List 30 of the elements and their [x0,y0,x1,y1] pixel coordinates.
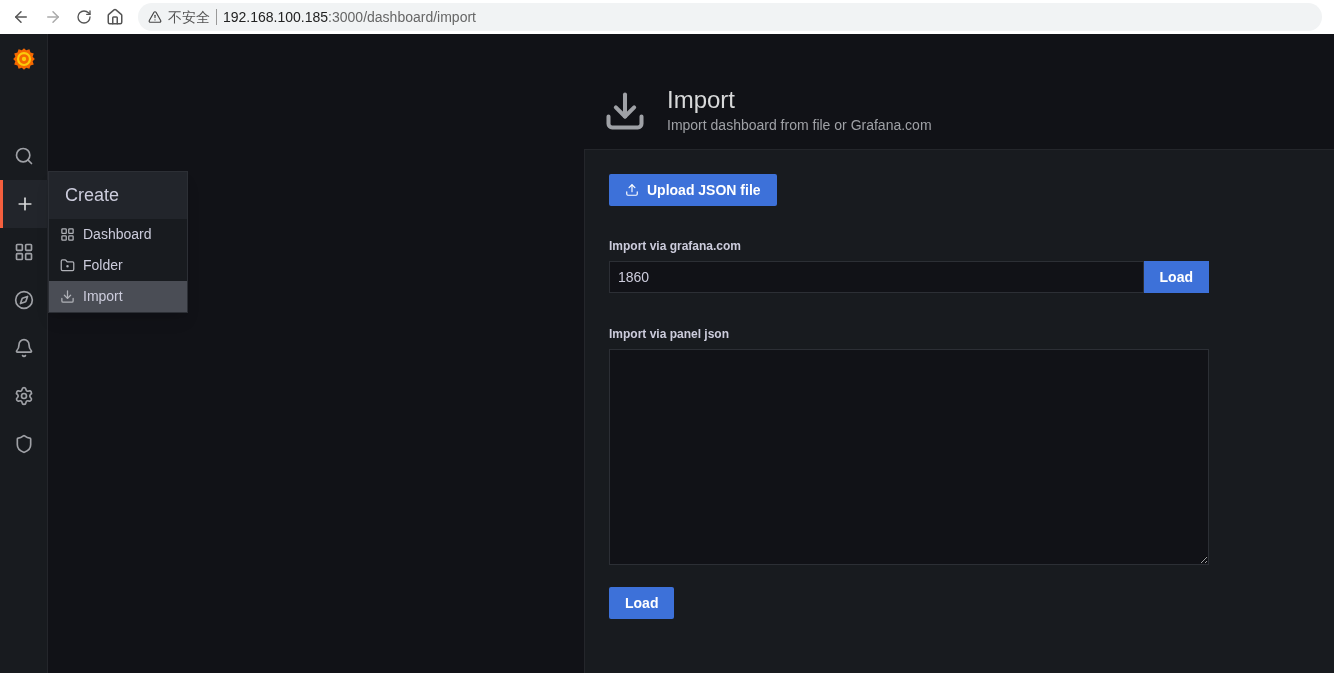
field-label: Import via grafana.com [609,238,743,255]
menu-item[interactable]: Dashboard [49,219,187,250]
warning-icon [148,10,162,24]
load-button[interactable]: Load [609,587,675,619]
input-field[interactable]: 1860 [609,261,1144,293]
address-bar[interactable]: 不安全 192.168.100.185:3000/dashboard/import [138,3,1322,31]
field-label: Import via panel json [609,326,731,343]
url-host: 192.168.100.185 [223,7,329,27]
folder-icon [60,258,75,273]
download-icon [60,289,75,304]
upload-button[interactable]: Upload JSON file [609,174,777,206]
home-icon[interactable] [106,8,124,26]
grid-icon [60,227,75,242]
settings-icon [13,386,34,406]
menu-item[interactable]: Folder [49,250,187,281]
load-button[interactable]: Load [1143,261,1209,293]
bell-icon [13,338,34,358]
page-title: Import [667,85,736,115]
url-path: :3000/dashboard/import [328,7,476,27]
page-subtitle: Import dashboard from file or Grafana.com [667,116,932,135]
reload-icon[interactable] [76,9,92,25]
back-icon[interactable] [12,8,30,26]
compass-icon [13,290,34,310]
grid-icon [13,242,34,262]
menu-title[interactable]: Create [49,172,187,219]
security-label: 不安全 [168,7,210,27]
search-icon [13,146,34,166]
menu-item[interactable]: Import [49,281,187,312]
nav-item[interactable] [0,180,48,228]
upload-icon [625,183,639,197]
